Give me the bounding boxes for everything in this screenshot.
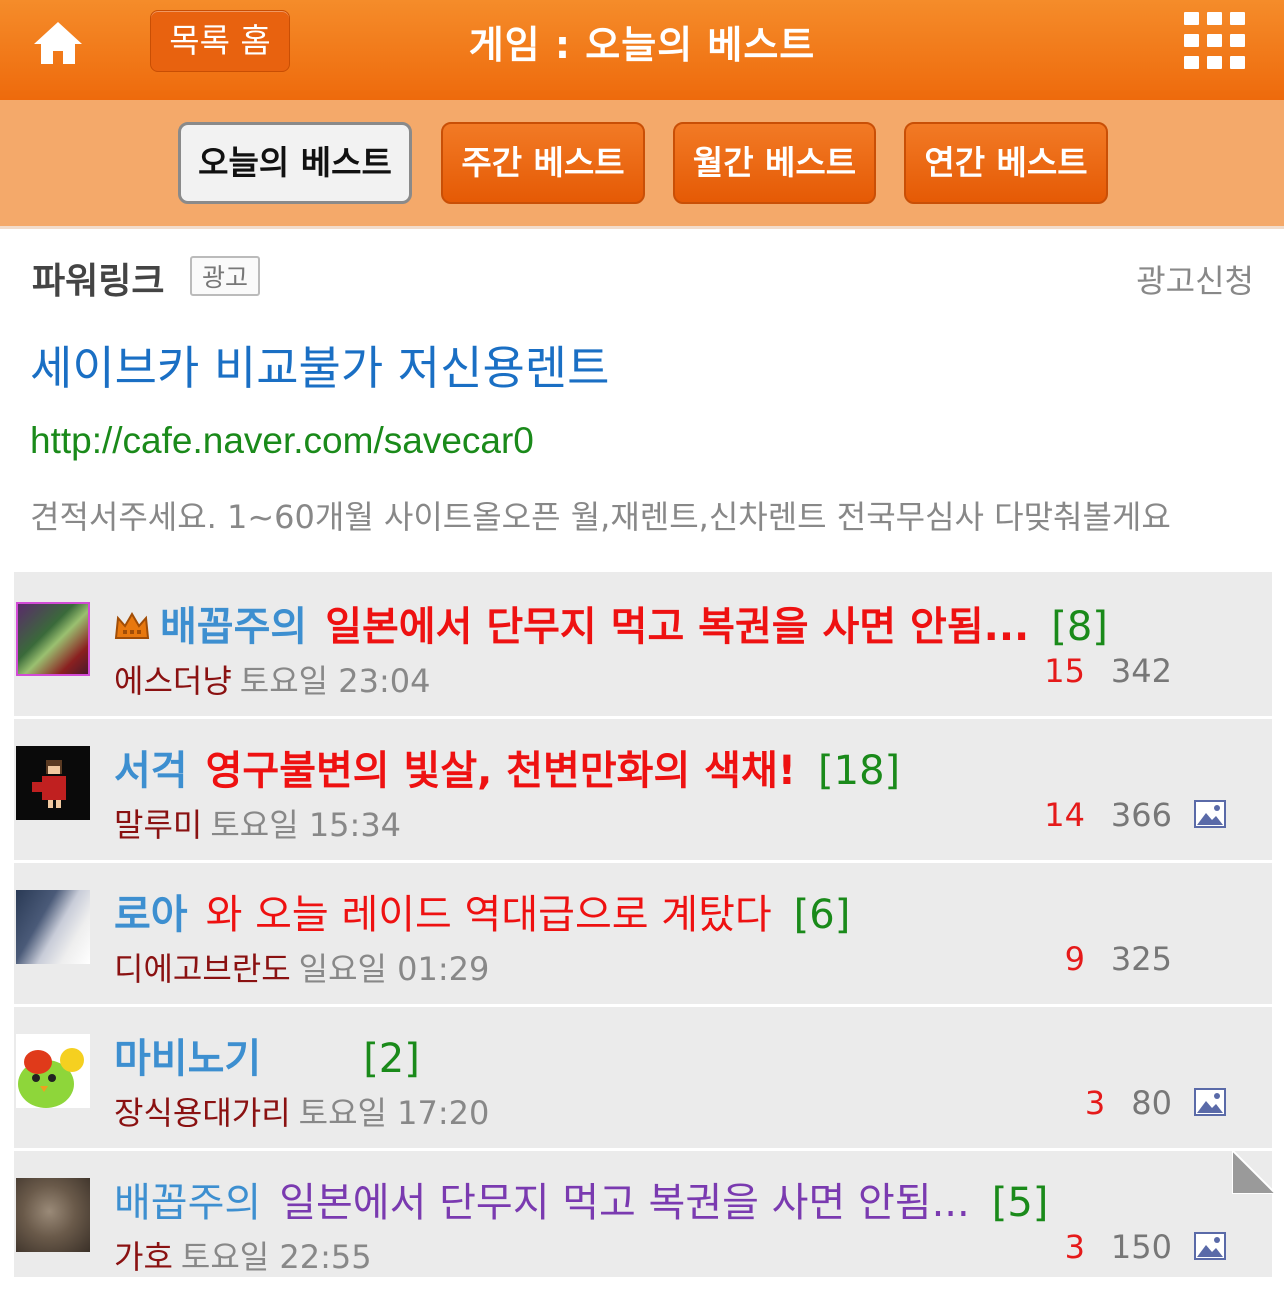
list-item[interactable]: 배꼽주의 일본에서 단무지 먹고 복권을 사면 안됨... [5] 가호 토요일 22…: [14, 1148, 1272, 1292]
page-title: 게임 : 오늘의 베스트: [468, 23, 816, 67]
avatar: [16, 1178, 90, 1252]
avatar: [16, 746, 90, 820]
post-list: 배꼽주의 일본에서 단무지 먹고 복권을 사면 안됨... [8] 에스더냥 토요일 …: [14, 572, 1272, 1277]
powerlink-label: 파워링크: [32, 261, 165, 302]
ad-badge: 광고: [190, 256, 260, 296]
author-name: 가호: [114, 1238, 173, 1276]
cafe-name[interactable]: 배꼽주의: [114, 1180, 261, 1226]
post-time: 토요일 22:55: [180, 1238, 372, 1276]
list-item[interactable]: 서걱 영구불변의 빛살, 천변만화의 색채! [18] 말루미 토요일 15:34 1…: [14, 716, 1272, 863]
ad-apply-link[interactable]: 광고신청: [1136, 256, 1254, 302]
like-count: 15: [1044, 652, 1085, 690]
like-count: 9: [1064, 940, 1085, 978]
post-title[interactable]: 일본에서 단무지 먹고 복권을 사면 안됨...: [279, 1180, 970, 1226]
tab-yearly-best[interactable]: 연간 베스트: [904, 122, 1108, 204]
author-name: 말루미: [114, 806, 203, 844]
post-time: 토요일 15:34: [210, 806, 402, 844]
post-title[interactable]: 영구불변의 빛살, 천변만화의 색채!: [206, 748, 796, 794]
comment-count: [5]: [991, 1180, 1049, 1226]
list-item[interactable]: 배꼽주의 일본에서 단무지 먹고 복권을 사면 안됨... [8] 에스더냥 토요일 …: [14, 572, 1272, 719]
list-item[interactable]: 마비노기 [2] 장식용대가리 토요일 17:20 3 80: [14, 1004, 1272, 1151]
post-time: 토요일 23:04: [239, 662, 431, 700]
view-count: 366: [1110, 796, 1172, 834]
grid-menu-button[interactable]: [1184, 12, 1246, 70]
image-attachment-icon: [1194, 1088, 1226, 1116]
view-count: 80: [1131, 1084, 1172, 1122]
image-attachment-icon: [1194, 800, 1226, 828]
comment-count: [8]: [1051, 604, 1108, 650]
image-attachment-icon: [1194, 1232, 1226, 1260]
like-count: 3: [1064, 1228, 1085, 1266]
author-name: 에스더냥: [114, 662, 232, 700]
comment-count: [2]: [363, 1036, 420, 1082]
post-title[interactable]: 와 오늘 레이드 역대급으로 계탔다: [206, 892, 772, 938]
post-time: 토요일 17:20: [298, 1094, 490, 1132]
avatar: [16, 890, 90, 964]
tab-weekly-best[interactable]: 주간 베스트: [441, 122, 645, 204]
cafe-name[interactable]: 서걱: [114, 748, 188, 794]
like-count: 14: [1044, 796, 1085, 834]
page-curl-icon[interactable]: [1232, 1150, 1276, 1194]
cafe-name[interactable]: 배꼽주의: [160, 604, 307, 650]
ad-title-link[interactable]: 세이브카 비교불가 저신용렌트: [30, 332, 609, 398]
tab-today-best[interactable]: 오늘의 베스트: [178, 122, 412, 204]
author-name: 장식용대가리: [114, 1094, 291, 1132]
view-count: 150: [1110, 1228, 1172, 1266]
post-title[interactable]: 일본에서 단무지 먹고 복권을 사면 안됨...: [325, 604, 1029, 650]
post-time: 일요일 01:29: [298, 950, 490, 988]
comment-count: [18]: [818, 748, 901, 794]
list-item[interactable]: 로아 와 오늘 레이드 역대급으로 계탔다 [6] 디에고브란도 일요일 01:29 …: [14, 860, 1272, 1007]
avatar: [16, 1034, 90, 1108]
cafe-name[interactable]: 로아: [114, 892, 188, 938]
period-tab-bar: 오늘의 베스트 주간 베스트 월간 베스트 연간 베스트: [0, 100, 1284, 229]
view-count: 325: [1110, 940, 1172, 978]
crown-icon: [114, 612, 150, 639]
ad-description: 견적서주세요. 1~60개월 사이트올오픈 월,재렌트,신차렌트 전국무심사 다…: [30, 498, 1171, 536]
top-bar: 목록 홈 게임 : 오늘의 베스트: [0, 0, 1284, 100]
tab-monthly-best[interactable]: 월간 베스트: [673, 122, 876, 204]
cafe-name[interactable]: 마비노기: [114, 1036, 261, 1082]
ad-url-link[interactable]: http://cafe.naver.com/savecar0: [30, 420, 534, 462]
like-count: 3: [1084, 1084, 1106, 1122]
view-count: 342: [1110, 652, 1172, 690]
comment-count: [6]: [793, 892, 851, 938]
avatar: [16, 602, 90, 676]
author-name: 디에고브란도: [114, 950, 291, 988]
